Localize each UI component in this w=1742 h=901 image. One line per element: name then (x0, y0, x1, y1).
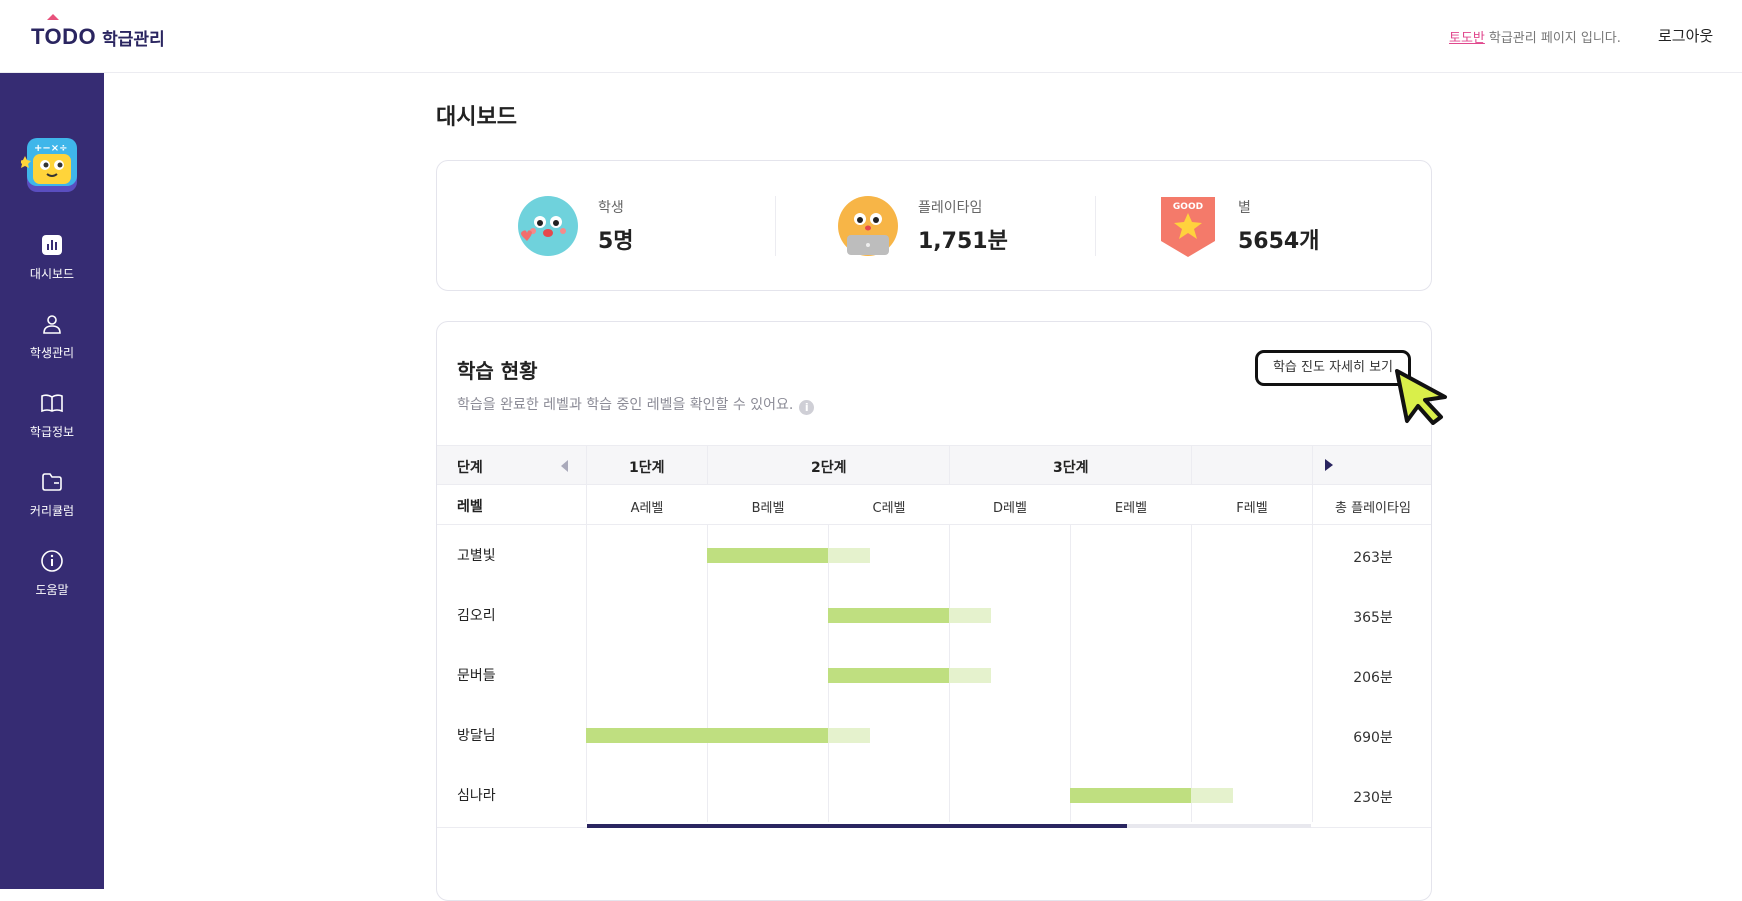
nav-label: 학급정보 (29, 425, 75, 439)
nav-label: 도움말 (35, 583, 69, 597)
class-name-link[interactable]: 토도반 (1449, 31, 1485, 46)
stat-value: 5명 (598, 229, 634, 254)
svg-text:+−×÷: +−×÷ (34, 143, 68, 154)
nav-dashboard[interactable]: 대시보드 (0, 233, 104, 289)
progress-description-text: 학습을 완료한 레벨과 학습 중인 레벨을 확인할 수 있어요. (457, 397, 794, 413)
student-name: 방달님 (457, 728, 496, 744)
user-icon (43, 315, 61, 334)
bar-chart-icon (42, 235, 62, 255)
table-row[interactable]: 고별빛 263분 (437, 525, 1431, 585)
student-name: 고별빛 (457, 548, 496, 564)
stage-header-label: 단계 (457, 460, 483, 476)
good-star-badge-icon: GOOD (1161, 197, 1215, 257)
stat-students: 학생 5명 (437, 161, 757, 292)
nav-label: 학생관리 (29, 346, 75, 360)
student-name: 문버들 (457, 668, 496, 684)
in-progress-level-bar (828, 728, 870, 743)
table-row[interactable]: 심나라 230분 (437, 765, 1431, 825)
mouse-cursor-icon (1395, 369, 1447, 425)
level-e: E레벨 (1114, 501, 1148, 516)
in-progress-level-bar (828, 548, 870, 563)
playtime-value: 230분 (1353, 790, 1393, 806)
student-name: 심나라 (457, 788, 496, 804)
stat-label: 플레이타임 (918, 200, 983, 216)
col-divider (1191, 446, 1192, 486)
stat-label: 학생 (598, 200, 624, 216)
class-notice: 토도반 학급관리 페이지 입니다. (1449, 27, 1621, 46)
nav-curriculum[interactable]: 커리큘럼 (0, 470, 104, 526)
playtime-value: 365분 (1353, 610, 1393, 626)
col-divider (949, 446, 950, 486)
in-progress-level-bar (949, 668, 991, 683)
sidebar: +−×÷ 대시보드 학생관리 학급정보 커리큘럼 도움말 (0, 73, 104, 889)
stage-2: 2단계 (811, 460, 847, 476)
completed-levels-bar (586, 728, 828, 743)
badge-text: GOOD (1173, 202, 1203, 212)
logout-button[interactable]: 로그아웃 (1658, 25, 1713, 46)
total-playtime-header: 총 플레이타임 (1335, 501, 1411, 516)
scrollbar-thumb[interactable] (587, 824, 1127, 828)
stage-1: 1단계 (629, 460, 665, 476)
level-b: B레벨 (751, 501, 785, 516)
playtime-value: 690분 (1353, 730, 1393, 746)
student-name: 김오리 (457, 608, 496, 624)
table-row[interactable]: 문버들 206분 (437, 645, 1431, 705)
book-icon (41, 394, 63, 413)
nav-students[interactable]: 학생관리 (0, 312, 104, 368)
stat-playtime: 플레이타임 1,751분 (757, 161, 1077, 292)
completed-levels-bar (828, 668, 949, 683)
col-divider (586, 485, 587, 525)
student-face-icon (518, 196, 578, 256)
scroll-right-icon[interactable] (1325, 459, 1333, 471)
logo-subtitle: 학급관리 (102, 29, 165, 50)
stat-value: 5654개 (1238, 229, 1320, 254)
level-d: D레벨 (993, 501, 1027, 516)
progress-detail-button[interactable]: 학습 진도 자세히 보기 (1255, 350, 1411, 386)
stat-label: 별 (1238, 200, 1251, 216)
laptop-face-icon (838, 196, 898, 256)
completed-levels-bar (707, 548, 828, 563)
in-progress-level-bar (1191, 788, 1233, 803)
nav-class-info[interactable]: 학급정보 (0, 391, 104, 447)
stage-3: 3단계 (1053, 460, 1089, 476)
info-icon (41, 550, 63, 572)
stats-card: 학생 5명 플레이타임 1,751분 GOOD 별 5654개 (436, 160, 1432, 291)
col-divider (586, 446, 587, 486)
notice-text: 학급관리 페이지 입니다. (1488, 31, 1621, 46)
col-divider (707, 446, 708, 486)
in-progress-level-bar (949, 608, 991, 623)
playtime-value: 206분 (1353, 670, 1393, 686)
col-divider (1312, 446, 1313, 486)
learning-progress-card: 학습 현황 학습을 완료한 레벨과 학습 중인 레벨을 확인할 수 있어요. i … (436, 321, 1432, 901)
horizontal-scrollbar[interactable] (587, 824, 1311, 828)
level-header-row: 레벨 A레벨 B레벨 C레벨 D레벨 E레벨 F레벨 총 플레이타임 (437, 485, 1431, 525)
table-row[interactable]: 방달님 690분 (437, 705, 1431, 765)
completed-levels-bar (828, 608, 949, 623)
stage-header-row: 단계 1단계 2단계 3단계 (437, 445, 1431, 486)
logo[interactable]: TODO 학급관리 (31, 14, 165, 52)
stat-value: 1,751분 (918, 229, 1008, 254)
completed-levels-bar (1070, 788, 1191, 803)
logo-hat-icon (47, 14, 59, 20)
col-divider (1312, 485, 1313, 525)
stat-stars: GOOD 별 5654개 (1077, 161, 1397, 292)
playtime-value: 263분 (1353, 550, 1393, 566)
table-row[interactable]: 김오리 365분 (437, 585, 1431, 645)
logo-mark: TODO (31, 24, 97, 49)
folder-icon (42, 473, 62, 491)
page-title: 대시보드 (436, 105, 517, 130)
nav-label: 커리큘럼 (29, 504, 75, 518)
nav-label: 대시보드 (29, 267, 75, 281)
progress-title: 학습 현황 (457, 359, 538, 383)
progress-description: 학습을 완료한 레벨과 학습 중인 레벨을 확인할 수 있어요. i (457, 394, 815, 415)
top-bar: TODO 학급관리 토도반 학급관리 페이지 입니다. 로그아웃 (0, 0, 1742, 73)
level-c: C레벨 (872, 501, 906, 516)
level-f: F레벨 (1236, 501, 1268, 516)
info-icon[interactable]: i (799, 400, 815, 415)
scroll-left-icon[interactable] (561, 460, 568, 472)
level-header-label: 레벨 (457, 499, 483, 515)
nav-help[interactable]: 도움말 (0, 549, 104, 605)
level-a: A레벨 (630, 501, 664, 516)
mascot-icon: +−×÷ (21, 138, 77, 192)
